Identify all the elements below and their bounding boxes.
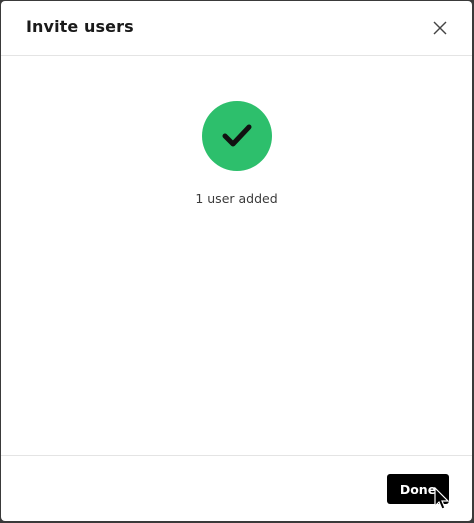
close-icon [433, 21, 447, 35]
mouse-pointer-icon [434, 487, 450, 510]
status-message: 1 user added [195, 191, 278, 206]
close-button[interactable] [430, 18, 450, 38]
success-badge [202, 101, 272, 171]
invite-users-dialog: Invite users 1 user added Done [1, 1, 472, 521]
dialog-header: Invite users [1, 1, 472, 56]
checkmark-icon [222, 124, 252, 147]
dialog-footer: Done [1, 455, 472, 521]
dialog-title: Invite users [26, 17, 134, 36]
